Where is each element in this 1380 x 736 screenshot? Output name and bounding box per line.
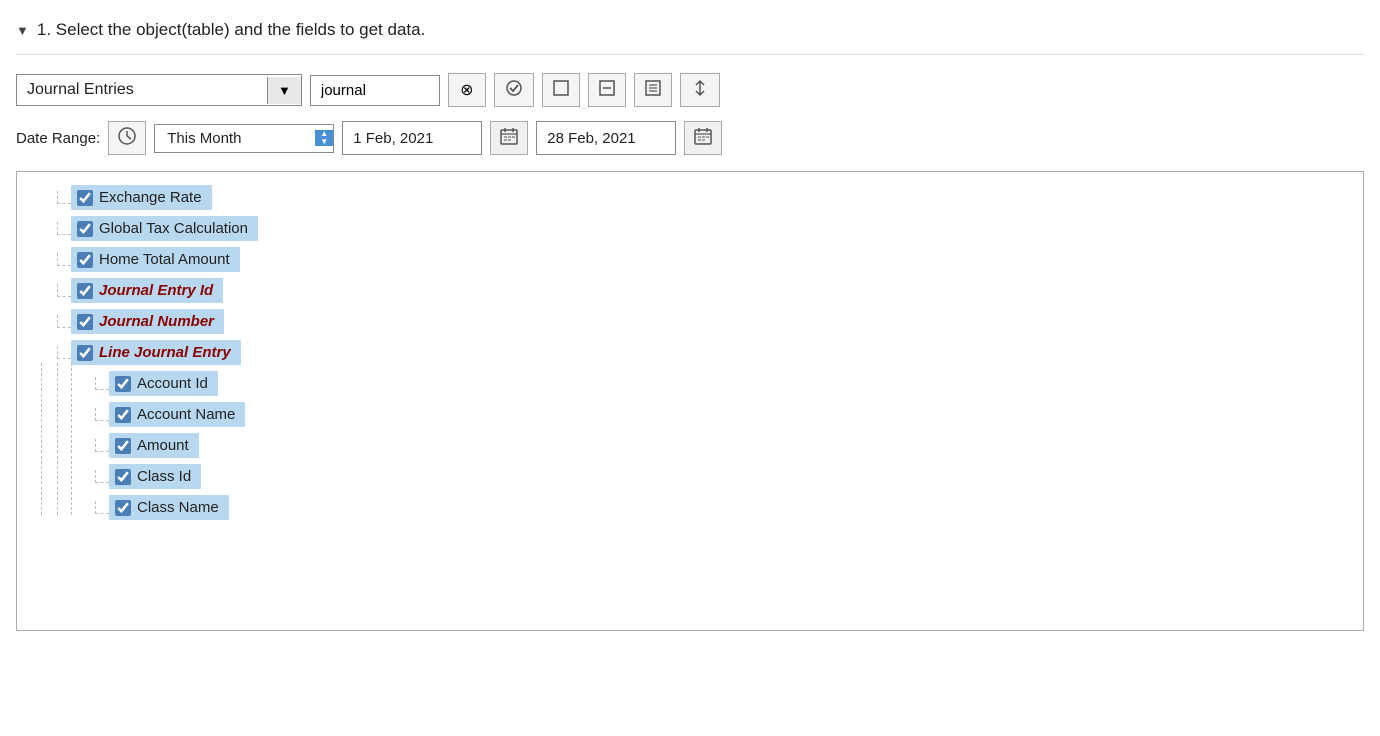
square1-icon	[553, 80, 569, 101]
object-selector[interactable]: Journal Entries ▼	[16, 74, 302, 106]
section-header: ▼ 1. Select the object(table) and the fi…	[16, 10, 1364, 55]
clear-button[interactable]: ⊗	[448, 73, 486, 107]
tree-item-exchange-rate[interactable]: Exchange Rate	[17, 182, 1363, 213]
start-date-field[interactable]: 1 Feb, 2021	[342, 121, 482, 155]
field-item-account-id[interactable]: Account Id	[109, 371, 218, 396]
tree-item-line-journal-entry[interactable]: Line Journal Entry	[17, 337, 1363, 368]
field-checkbox-amount[interactable]	[115, 438, 131, 454]
field-checkbox-account-name[interactable]	[115, 407, 131, 423]
sort-button[interactable]	[680, 73, 720, 107]
field-item-exchange-rate[interactable]: Exchange Rate	[71, 185, 212, 210]
tree-item-class-id[interactable]: Class Id	[17, 461, 1363, 492]
field-item-home-total[interactable]: Home Total Amount	[71, 247, 240, 272]
tree-item-journal-number[interactable]: Journal Number	[17, 306, 1363, 337]
search-input[interactable]	[310, 75, 440, 106]
fields-container: Exchange Rate Global Tax Calculation Hom…	[16, 171, 1364, 631]
field-checkbox-line-journal-entry[interactable]	[77, 345, 93, 361]
clock-icon	[117, 126, 137, 150]
end-date-value: 28 Feb, 2021	[547, 130, 635, 147]
tree-item-class-name[interactable]: Class Name	[17, 492, 1363, 523]
square2-button[interactable]	[588, 73, 626, 107]
field-label-exchange-rate: Exchange Rate	[99, 189, 202, 206]
field-item-journal-number[interactable]: Journal Number	[71, 309, 224, 334]
object-select-value: Journal Entries	[17, 75, 267, 105]
field-label-line-journal-entry: Line Journal Entry	[99, 344, 231, 361]
start-date-value: 1 Feb, 2021	[353, 130, 433, 147]
date-range-row: Date Range: This Month ▲ ▼	[16, 121, 1364, 155]
field-checkbox-exchange-rate[interactable]	[77, 190, 93, 206]
tree-item-global-tax[interactable]: Global Tax Calculation	[17, 213, 1363, 244]
start-calendar-icon	[499, 126, 519, 150]
end-date-calendar-button[interactable]	[684, 121, 722, 155]
check-icon	[505, 79, 523, 102]
collapse-icon[interactable]: ▼	[16, 23, 29, 38]
square3-icon	[645, 80, 661, 101]
date-preset-wrapper[interactable]: This Month ▲ ▼	[154, 124, 334, 153]
square2-icon	[599, 80, 615, 101]
field-label-account-name: Account Name	[137, 406, 235, 423]
square1-button[interactable]	[542, 73, 580, 107]
date-preset-spinners[interactable]: ▲ ▼	[315, 130, 333, 146]
object-dropdown-button[interactable]: ▼	[267, 77, 301, 104]
toolbar-row: Journal Entries ▼ ⊗	[16, 73, 1364, 107]
date-preset-value: This Month	[155, 125, 315, 152]
field-checkbox-journal-entry-id[interactable]	[77, 283, 93, 299]
spinner-down-icon[interactable]: ▼	[315, 138, 333, 146]
sort-icon	[691, 79, 709, 102]
end-calendar-icon	[693, 126, 713, 150]
field-label-home-total: Home Total Amount	[99, 251, 230, 268]
start-date-calendar-button[interactable]	[490, 121, 528, 155]
clock-button[interactable]	[108, 121, 146, 155]
field-item-account-name[interactable]: Account Name	[109, 402, 245, 427]
date-range-label: Date Range:	[16, 130, 100, 147]
field-checkbox-class-id[interactable]	[115, 469, 131, 485]
field-checkbox-class-name[interactable]	[115, 500, 131, 516]
square3-button[interactable]	[634, 73, 672, 107]
date-preset-selector[interactable]: This Month ▲ ▼	[154, 124, 334, 153]
field-item-line-journal-entry[interactable]: Line Journal Entry	[71, 340, 241, 365]
clear-icon: ⊗	[460, 80, 473, 100]
field-checkbox-journal-number[interactable]	[77, 314, 93, 330]
field-checkbox-account-id[interactable]	[115, 376, 131, 392]
field-item-class-id[interactable]: Class Id	[109, 464, 201, 489]
field-checkbox-home-total[interactable]	[77, 252, 93, 268]
field-label-account-id: Account Id	[137, 375, 208, 392]
field-label-journal-number: Journal Number	[99, 313, 214, 330]
check-button[interactable]	[494, 73, 534, 107]
field-item-class-name[interactable]: Class Name	[109, 495, 229, 520]
field-label-amount: Amount	[137, 437, 189, 454]
field-label-global-tax: Global Tax Calculation	[99, 220, 248, 237]
field-item-journal-entry-id[interactable]: Journal Entry Id	[71, 278, 223, 303]
field-item-amount[interactable]: Amount	[109, 433, 199, 458]
field-label-class-id: Class Id	[137, 468, 191, 485]
tree-item-amount[interactable]: Amount	[17, 430, 1363, 461]
field-label-journal-entry-id: Journal Entry Id	[99, 282, 213, 299]
tree-item-account-id[interactable]: Account Id	[17, 368, 1363, 399]
end-date-field[interactable]: 28 Feb, 2021	[536, 121, 676, 155]
field-label-class-name: Class Name	[137, 499, 219, 516]
tree-item-account-name[interactable]: Account Name	[17, 399, 1363, 430]
section-title: 1. Select the object(table) and the fiel…	[37, 20, 425, 40]
field-item-global-tax[interactable]: Global Tax Calculation	[71, 216, 258, 241]
tree-item-home-total[interactable]: Home Total Amount	[17, 244, 1363, 275]
tree-item-journal-entry-id[interactable]: Journal Entry Id	[17, 275, 1363, 306]
field-checkbox-global-tax[interactable]	[77, 221, 93, 237]
